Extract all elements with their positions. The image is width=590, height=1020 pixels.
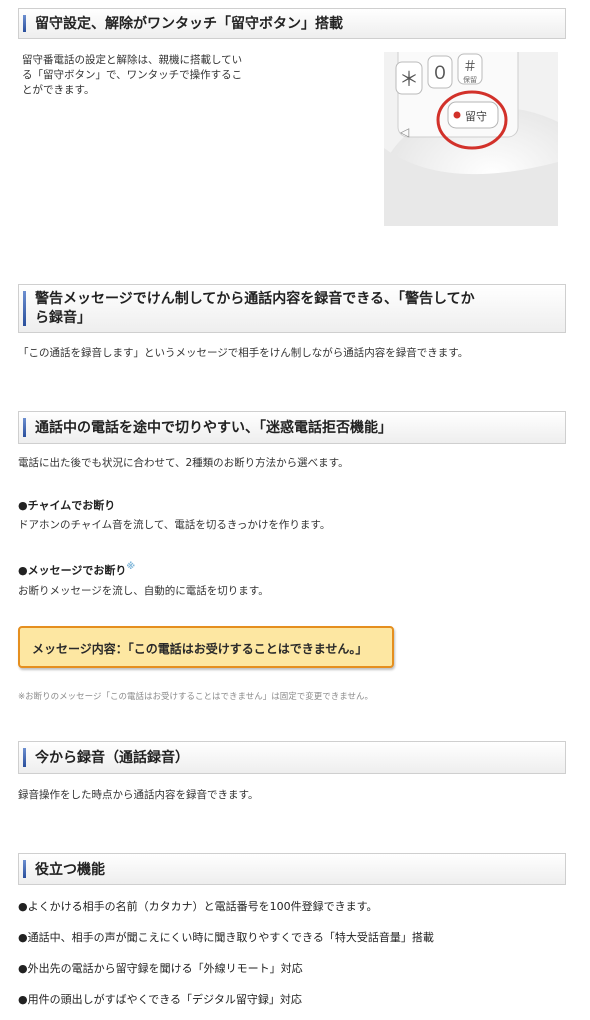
footnote: ※お断りのメッセージ「この電話はお受けすることはできません」は固定で変更できませ…: [18, 692, 373, 702]
key-zero-label: ０: [431, 63, 449, 84]
section-header-call-record: 今から録音（通話録音）: [18, 741, 566, 774]
section-title: 今から録音（通話録音）: [35, 750, 189, 766]
section-title: 通話中の電話を途中で切りやすい、「迷惑電話拒否機能」: [35, 420, 392, 436]
header-accent-bar: [23, 748, 26, 767]
chime-reject-text: ドアホンのチャイム音を流して、電話を切るきっかけを作ります。: [18, 519, 331, 531]
key-hold-label: 保留: [463, 75, 477, 84]
rusu-button-label: 留守: [465, 109, 487, 123]
header-accent-bar: [23, 860, 26, 878]
section-title: 役立つ機能: [35, 862, 105, 878]
section-header-warning-record: 警告メッセージでけん制してから通話内容を録音できる、「警告してか ら録音」: [18, 284, 566, 333]
header-accent-bar: [23, 418, 26, 437]
section-body: 「この通話を録音します」というメッセージで相手をけん制しながら通話内容を録音でき…: [18, 347, 469, 359]
body-line: る「留守ボタン」で、ワンタッチで操作するこ: [22, 69, 243, 81]
title-line: ら録音」: [35, 310, 91, 326]
message-reject-label: ●メッセージでお断り: [18, 564, 127, 577]
header-accent-bar: [23, 15, 26, 32]
header-accent-bar: [23, 291, 26, 326]
feature-item: ●よくかける相手の名前（カタカナ）と電話番号を100件登録できます。: [18, 900, 378, 913]
title-line: 警告メッセージでけん制してから通話内容を録音できる、「警告してか: [35, 291, 475, 307]
feature-item: ●外出先の電話から留守録を聞ける「外線リモート」対応: [18, 962, 303, 975]
message-content-text: メッセージ内容：「この電話はお受けすることはできません。」: [32, 642, 368, 656]
key-hash-label: ＃: [463, 59, 477, 75]
section-header-useful-features: 役立つ機能: [18, 853, 566, 885]
message-reject-heading: ●メッセージでお断り※: [18, 562, 135, 578]
key-star-label: ＊: [399, 67, 419, 91]
body-line: とができます。: [22, 84, 95, 96]
body-line: 留守番電話の設定と解除は、親機に搭載してい: [22, 54, 243, 66]
phone-base-photo: ＊ ０ ＃ 保留 留守 ◁: [384, 52, 558, 226]
section-title: 留守設定、解除がワンタッチ「留守ボタン」搭載: [35, 16, 343, 32]
chime-reject-heading: ●チャイムでお断り: [18, 499, 116, 512]
feature-item: ●用件の頭出しがすばやくできる「デジタル留守録」対応: [18, 993, 302, 1006]
phone-base-image: ＊ ０ ＃ 保留 留守 ◁: [384, 52, 558, 226]
section-body: 電話に出た後でも状況に合わせて、2種類のお断り方法から選べます。: [18, 457, 349, 469]
message-content-box: メッセージ内容：「この電話はお受けすることはできません。」: [18, 626, 394, 668]
section-title: 警告メッセージでけん制してから通話内容を録音できる、「警告してか ら録音」: [35, 290, 557, 328]
section-body: 録音操作をした時点から通話内容を録音できます。: [18, 789, 259, 801]
section-header-rusu-button: 留守設定、解除がワンタッチ「留守ボタン」搭載: [18, 8, 566, 39]
note-mark: ※: [126, 562, 136, 572]
speaker-icon: ◁: [399, 125, 409, 139]
section-body: 留守番電話の設定と解除は、親機に搭載してい る「留守ボタン」で、ワンタッチで操作…: [22, 53, 302, 98]
feature-item: ●通話中、相手の声が聞こえにくい時に聞き取りやすくできる「特大受話音量」搭載: [18, 931, 434, 944]
message-reject-text: お断りメッセージを流し、自動的に電話を切ります。: [18, 585, 269, 597]
section-header-reject-function: 通話中の電話を途中で切りやすい、「迷惑電話拒否機能」: [18, 411, 566, 444]
